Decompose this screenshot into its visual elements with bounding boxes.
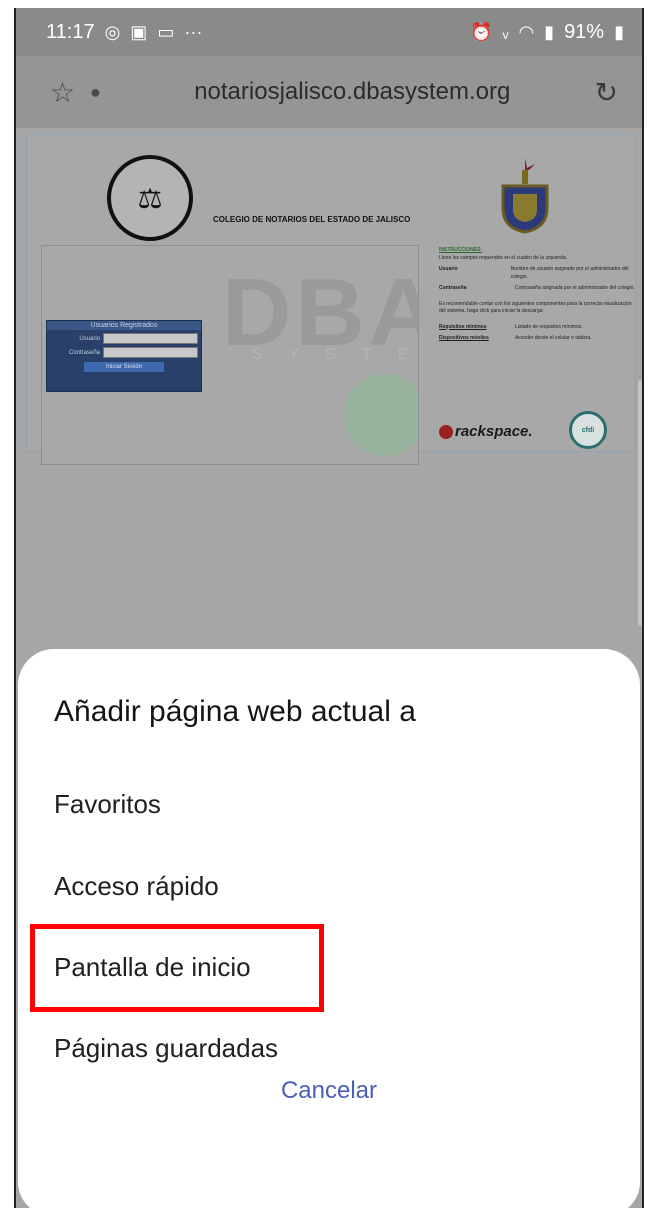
college-seal-logo: ⚖ [107,155,193,241]
whatsapp-icon: ◎ [104,22,121,42]
password-term: Contraseña [439,285,467,291]
url-text[interactable]: notariosjalisco.dbasystem.org [140,78,595,106]
login-button[interactable]: Iniciar Sesión [84,362,164,372]
password-input[interactable] [103,347,198,358]
login-area: DBA SYSTEM Usuarios Registrados Usuario … [41,245,419,465]
instructions-panel: INSTRUCCIONES: Llene los campos requerid… [439,247,639,343]
signal-icon: ▮ [544,22,555,42]
college-name: COLEGIO DE NOTARIOS DEL ESTADO DE JALISC… [213,215,411,224]
login-form: Usuarios Registrados Usuario Contraseña … [46,320,202,392]
battery-icon: ▮ [614,22,624,42]
cfdi-logo: cfdi [569,411,607,449]
volte-icon: ᵥ [502,22,509,42]
reload-icon[interactable]: ↻ [595,76,618,109]
more-icon: ··· [184,22,203,42]
usuario-desc: Nombre de usuario asignado por el admini… [510,266,629,280]
alarm-icon: ⏰ [470,22,493,42]
bookmark-star-icon[interactable]: ☆ [50,76,90,109]
password-desc: Contraseña asignada por el administrador… [515,285,635,291]
laptop-icon: ▭ [157,22,175,42]
option-favoritos[interactable]: Favoritos [54,789,161,820]
usuario-term: Usuario [439,266,458,272]
login-header: Usuarios Registrados [47,321,201,330]
instructions-title: INSTRUCCIONES: [439,247,483,253]
add-page-bottom-sheet: Añadir página web actual a Favoritos Acc… [18,649,640,1208]
phone-screen: 11:17 ◎ ▣ ▭ ··· ⏰ ᵥ ◠ ▮ 91% ▮ ☆ ● notari… [14,8,644,1208]
site-info-icon[interactable]: ● [90,82,140,103]
password-label: Contraseña [68,349,100,356]
requirements-link[interactable]: Requisitos mínimos [439,324,511,332]
battery-level: 91% [564,20,605,43]
wifi-icon: ◠ [518,22,535,42]
recommendation-text: Es recomendable contar con los siguiente… [439,300,632,315]
status-bar: 11:17 ◎ ▣ ▭ ··· ⏰ ᵥ ◠ ▮ 91% ▮ [16,8,642,56]
decorative-circle [344,374,418,456]
option-acceso-rapido[interactable]: Acceso rápido [54,871,219,902]
gallery-icon: ▣ [130,22,148,42]
page-frame: ⚖ COLEGIO DE NOTARIOS DEL ESTADO DE JALI… [26,134,639,465]
scrollbar[interactable] [638,380,642,626]
jalisco-shield-logo [493,155,557,235]
system-watermark: SYSTEM [252,346,418,363]
mobile-devices-desc: Acceder desde el celular o tableta. [515,335,592,341]
mobile-devices-link[interactable]: Dispositivos móviles [439,335,511,343]
usuario-label: Usuario [79,335,100,342]
requirements-desc: Listado de requisitos mínimos. [515,323,583,330]
rackspace-icon [439,425,453,440]
browser-url-bar: ☆ ● notariosjalisco.dbasystem.org ↻ [16,56,642,128]
rackspace-logo: rackspace. [439,423,533,440]
instructions-text: Llene los campos requeridos en el cuadro… [439,254,568,261]
cancel-button[interactable]: Cancelar [18,1077,640,1105]
clock: 11:17 [46,20,95,43]
sheet-title: Añadir página web actual a [54,695,416,728]
highlight-box [30,924,324,1012]
option-paginas-guardadas[interactable]: Páginas guardadas [54,1033,278,1064]
usuario-input[interactable] [103,333,198,344]
